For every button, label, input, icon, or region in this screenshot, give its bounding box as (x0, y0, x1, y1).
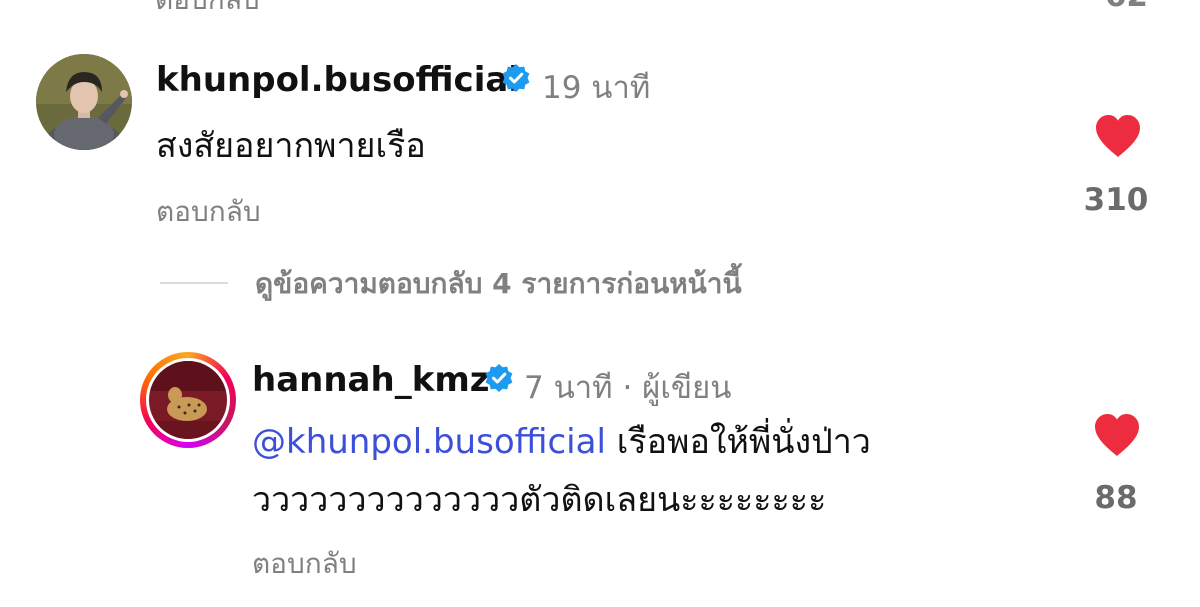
verified-badge-icon (485, 364, 513, 392)
verified-badge-icon (502, 64, 530, 92)
previous-like-count: 62 (1105, 0, 1148, 14)
comment2-text-line2: ววววววววววววววตัวติดเลยนะะะะะะะะ (252, 480, 827, 520)
avatar-khunpol[interactable] (36, 54, 132, 150)
comment2-like-count: 88 (1094, 480, 1138, 516)
comment1-timestamp: 19 นาที (542, 70, 651, 106)
comment1-heart-icon[interactable] (1093, 113, 1143, 159)
previous-comment-partial: ตอบกลับ 62 (0, 0, 1200, 14)
comment1-reply-button[interactable]: ตอบกลับ (156, 190, 261, 234)
avatar-hannah (149, 361, 227, 439)
previous-reply-button[interactable]: ตอบกลับ (155, 0, 260, 14)
story-ring[interactable] (140, 352, 236, 448)
avatar-photo (149, 361, 227, 439)
comment2-heart-icon[interactable] (1092, 412, 1142, 458)
avatar-photo (36, 54, 132, 150)
comment1-like-count: 310 (1083, 182, 1149, 218)
comment2-reply-button[interactable]: ตอบกลับ (252, 542, 357, 586)
comment1-username[interactable]: khunpol.busofficial (156, 60, 520, 100)
comment1-text: สงสัยอยากพายเรือ (156, 126, 426, 166)
comment2-text: @khunpol.busofficial เรือพอให้พี่นั่งป่า… (252, 413, 871, 529)
comment2-username[interactable]: hannah_kmz (252, 360, 490, 400)
view-previous-replies-button[interactable]: ดูข้อความตอบกลับ 4 รายการก่อนหน้านี้ (255, 262, 742, 306)
mention-link[interactable]: @khunpol.busofficial (252, 422, 606, 462)
comment2-text-line1: เรือพอให้พี่นั่งป่าว (605, 422, 871, 462)
thread-divider (160, 282, 228, 284)
comment2-timestamp: 7 นาที · ผู้เขียน (524, 370, 732, 406)
